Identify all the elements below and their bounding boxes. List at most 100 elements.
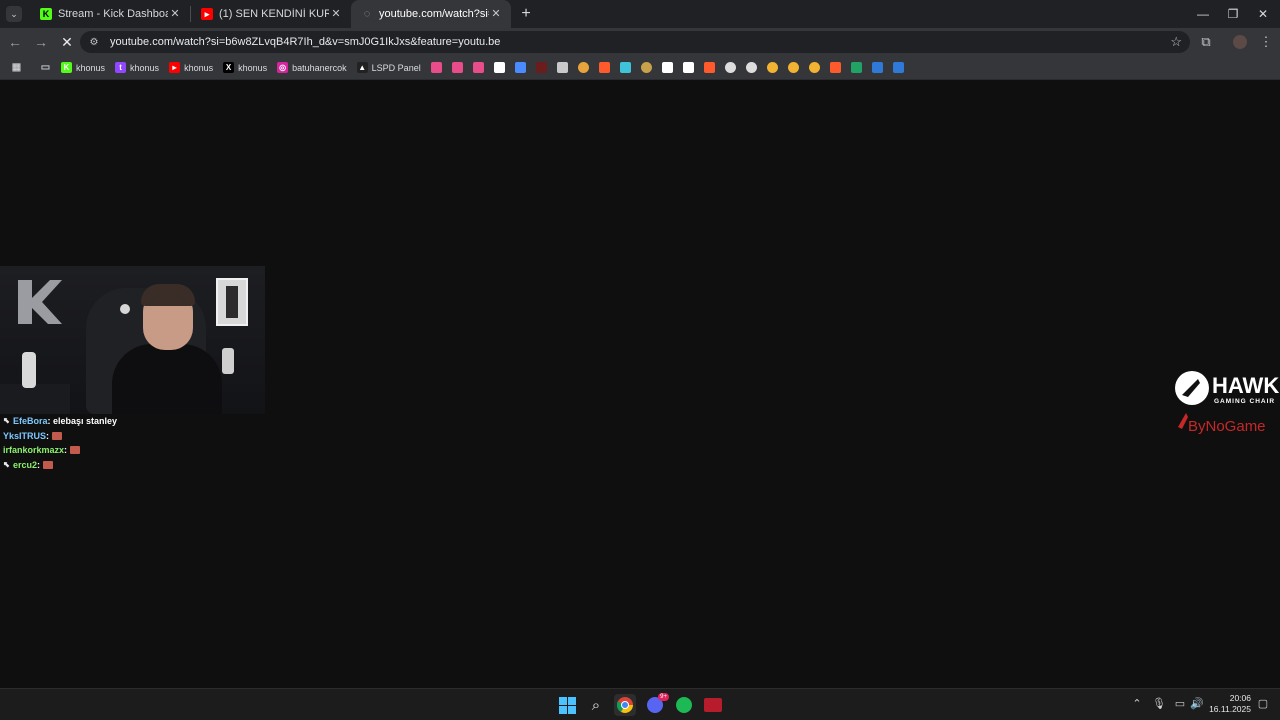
volume-icon[interactable]: 🔊 — [1190, 697, 1204, 711]
forward-icon[interactable]: → — [29, 30, 53, 54]
search-icon[interactable]: ⌕ — [585, 694, 607, 716]
arrows-icon — [703, 62, 715, 73]
microphone-icon[interactable]: 🎙 — [1152, 697, 1166, 711]
bookmark-label: batuhanercok — [292, 62, 347, 73]
tab-youtube-watch[interactable]: ◌ youtube.com/watch?si=b6w8Z ✕ — [351, 0, 511, 28]
tab-close-icon[interactable]: ✕ — [329, 7, 343, 21]
notifications-icon[interactable]: ▢ — [1256, 697, 1270, 711]
bookmark-youtube[interactable]: ▸ khonus — [164, 58, 218, 78]
close-window-icon[interactable]: ✕ — [1246, 0, 1280, 28]
streamer-hair — [141, 284, 195, 306]
bookmark-arrows[interactable] — [699, 58, 720, 78]
site-info-icon[interactable]: ⚙ — [88, 36, 100, 48]
bookmark-colorful-m[interactable] — [468, 58, 489, 78]
app-icon[interactable] — [702, 694, 724, 716]
bookmark-arrows[interactable] — [594, 58, 615, 78]
tab-youtube-video[interactable]: ▸ (1) SEN KENDİNİ KURTAR | 5Sn ✕ — [191, 0, 351, 28]
k-logo-icon — [18, 280, 62, 324]
back-icon[interactable]: ← — [3, 30, 27, 54]
diamond-icon — [493, 62, 505, 73]
ring-icon — [787, 62, 799, 73]
extensions-icon[interactable]: ⧉ — [1194, 28, 1218, 56]
shelf — [0, 384, 70, 414]
cloud-icon — [619, 62, 631, 73]
gear-icon — [724, 62, 736, 73]
bookmark-kick[interactable]: Kkhonus — [56, 58, 110, 78]
windows-start-icon[interactable] — [556, 694, 578, 716]
url-text[interactable]: youtube.com/watch?si=b6w8ZLvqB4R7Ih_d&v=… — [110, 36, 500, 48]
face-icon — [640, 62, 652, 73]
clock-date: 16.11.2025 — [1209, 704, 1251, 714]
tab-kick-dashboard[interactable]: K Stream - Kick Dashboard ✕ — [30, 0, 190, 28]
address-bar[interactable]: ⚙ youtube.com/watch?si=b6w8ZLvqB4R7Ih_d&… — [80, 31, 1190, 53]
profile-avatar[interactable] — [1228, 28, 1252, 56]
chat-text: : elebaşı stanley — [47, 416, 118, 426]
chat-emote-icon — [43, 461, 54, 470]
stop-loading-icon[interactable]: ✕ — [55, 30, 79, 54]
sponsor-brand: HAWK — [1212, 373, 1279, 398]
bookmark-x[interactable]: Xkhonus — [218, 58, 272, 78]
bookmark-notion[interactable] — [657, 58, 678, 78]
more-menu-icon[interactable]: ⋮ — [1254, 28, 1278, 56]
network-icon[interactable]: ▭ — [1173, 697, 1187, 711]
bookmark-twitch[interactable]: t khonus — [110, 58, 164, 78]
kick-icon: K — [61, 62, 72, 73]
browser-toolbar: ← → ✕ ⚙ youtube.com/watch?si=b6w8ZLvqB4R… — [0, 28, 1280, 56]
new-tab-button[interactable]: + — [515, 3, 537, 25]
chrome-icon[interactable] — [614, 694, 636, 716]
page-content: ⬉ EfeBora : elebaşı stanley YksITRUS : irfa… — [0, 81, 1280, 688]
dash-icon — [535, 62, 547, 73]
tray-overflow-icon[interactable]: ⌃ — [1130, 697, 1144, 711]
bookmark-face[interactable] — [636, 58, 657, 78]
sponsor-tagline: GAMING CHAIR — [1214, 398, 1275, 405]
bookmark-sheet[interactable] — [552, 58, 573, 78]
restore-icon[interactable]: ❐ — [1216, 0, 1250, 28]
kick-icon: K — [40, 8, 52, 20]
sponsor-partner: ByNoGame — [1188, 418, 1266, 435]
bookmark-gear[interactable] — [720, 58, 741, 78]
bookmark-arrows[interactable] — [825, 58, 846, 78]
youtube-icon: ▸ — [201, 8, 213, 20]
chat-username: EfeBora — [13, 416, 48, 426]
tab-close-icon[interactable]: ✕ — [489, 7, 503, 21]
ring-icon — [766, 62, 778, 73]
wall-poster — [216, 278, 248, 326]
bookmark-cloud[interactable] — [615, 58, 636, 78]
clock-time: 20:06 — [1229, 693, 1251, 703]
bookmark-colorful-m[interactable] — [447, 58, 468, 78]
bookmark-star-icon[interactable]: ☆ — [1170, 34, 1182, 50]
tab-title: Stream - Kick Dashboard — [58, 8, 168, 20]
tab-close-icon[interactable]: ✕ — [168, 7, 182, 21]
clock[interactable]: 20:06 16.11.2025 — [1209, 693, 1251, 715]
bookmark-shield[interactable] — [510, 58, 531, 78]
bookmark-plus-box[interactable] — [846, 58, 867, 78]
bookmark-ball[interactable] — [573, 58, 594, 78]
chevron-icon — [682, 62, 694, 73]
bookmark-ring[interactable] — [783, 58, 804, 78]
minimize-icon[interactable]: — — [1186, 0, 1220, 28]
taskbar: ⌕ 9+ ⌃ 🎙 ▭ 🔊 20:06 16.11.2025 ▢ — [0, 688, 1280, 720]
bookmark-gear[interactable] — [741, 58, 762, 78]
bookmark-ih[interactable] — [888, 58, 909, 78]
tab-search-icon[interactable]: ⌄ — [6, 6, 22, 22]
bookmark-diamond[interactable] — [489, 58, 510, 78]
chat-text: : — [46, 430, 50, 441]
bookmark-ih[interactable] — [867, 58, 888, 78]
loading-icon: ◌ — [363, 8, 371, 20]
chat-overlay: ⬉ EfeBora : elebaşı stanley YksITRUS : irfa… — [3, 414, 117, 472]
apps-grid-icon[interactable]: ▦ — [6, 58, 27, 78]
bookmark-dash[interactable] — [531, 58, 552, 78]
discord-icon[interactable]: 9+ — [644, 693, 669, 716]
folder-icon[interactable]: ▭ — [35, 58, 56, 78]
ih-icon — [892, 62, 904, 73]
bookmark-instagram[interactable]: ◎ batuhanercok — [272, 58, 352, 78]
tab-strip: ⌄ K Stream - Kick Dashboard ✕ ▸ (1) SEN … — [0, 0, 1280, 28]
bookmark-lspd[interactable]: ▲ LSPD Panel — [352, 58, 426, 78]
notion-icon — [661, 62, 673, 73]
chat-username: ercu2 — [13, 459, 38, 470]
spotify-icon[interactable] — [673, 694, 695, 716]
bookmark-colorful-m[interactable] — [426, 58, 447, 78]
bookmark-chevron[interactable] — [678, 58, 699, 78]
bookmark-ring[interactable] — [762, 58, 783, 78]
bookmark-ring[interactable] — [804, 58, 825, 78]
